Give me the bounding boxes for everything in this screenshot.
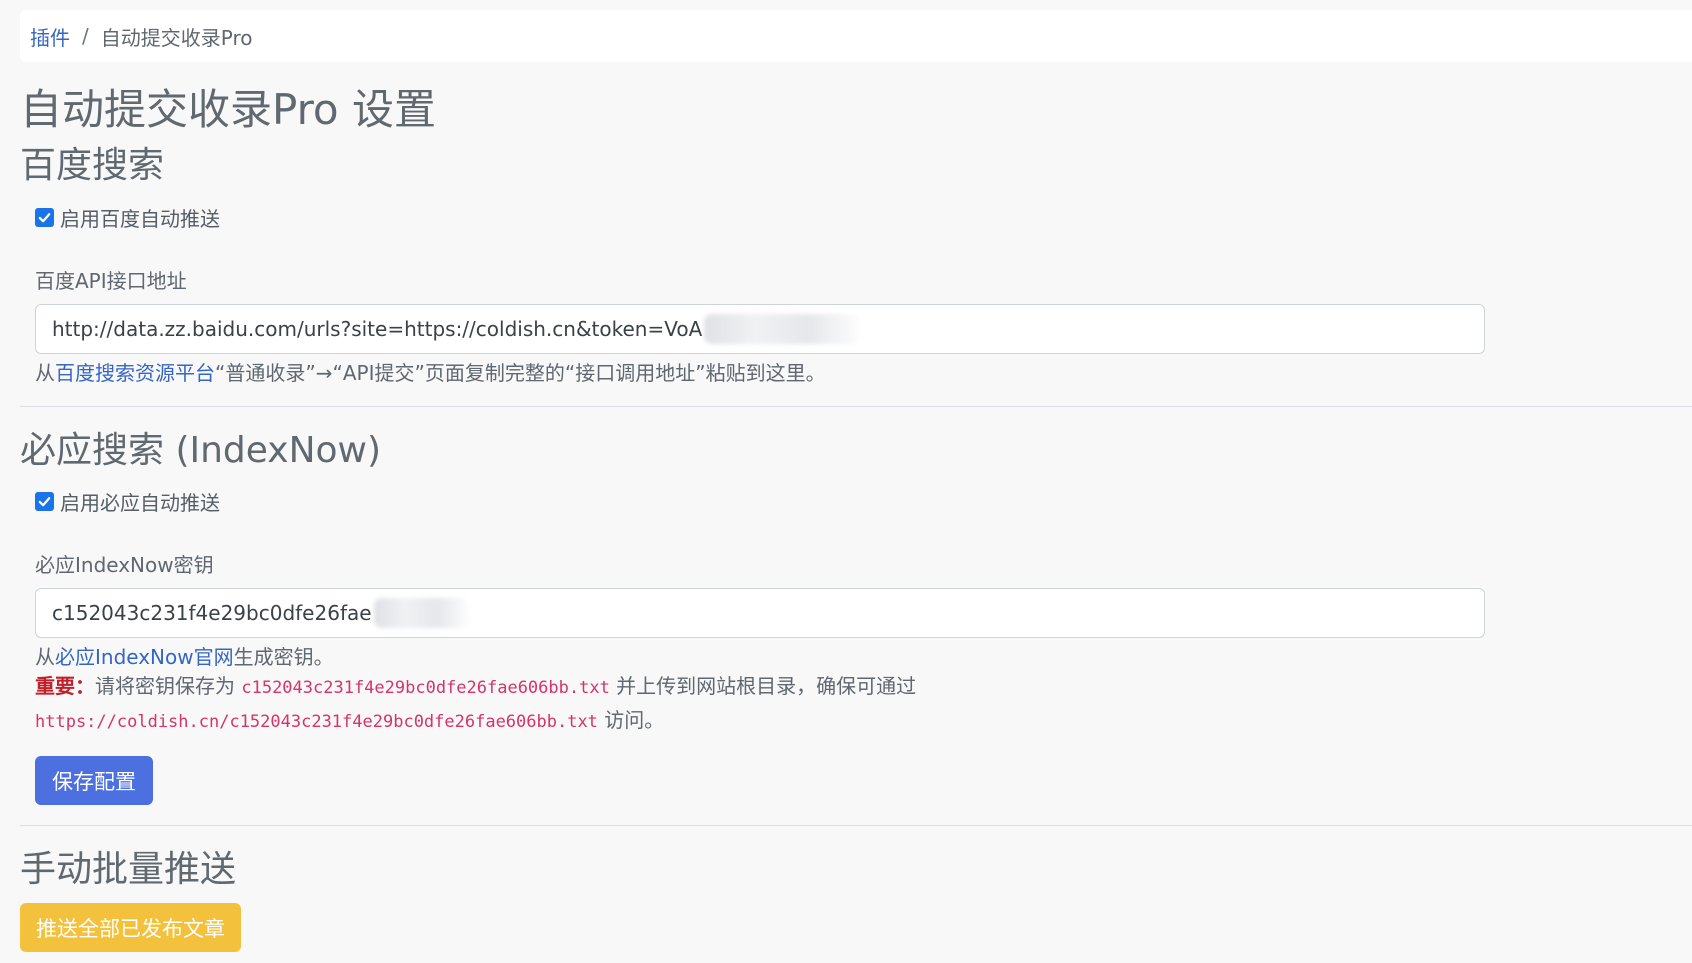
checkmark-icon xyxy=(38,497,51,507)
important-text-3: 访问。 xyxy=(597,708,665,732)
breadcrumb: 插件 / 自动提交收录Pro xyxy=(20,10,1692,62)
bing-enable-label: 启用必应自动推送 xyxy=(60,491,220,515)
bing-help-text: 从必应IndexNow官网生成密钥。 xyxy=(35,641,334,670)
bing-key-label: 必应IndexNow密钥 xyxy=(35,553,214,577)
baidu-help-text: 从百度搜索资源平台“普通收录”→“API提交”页面复制完整的“接口调用地址”粘贴… xyxy=(35,357,826,386)
breadcrumb-plugins-link[interactable]: 插件 xyxy=(30,22,70,51)
bing-help-prefix: 从 xyxy=(35,645,55,669)
baidu-section-heading: 百度搜索 xyxy=(20,145,165,186)
baidu-help-suffix: “普通收录”→“API提交”页面复制完整的“接口调用地址”粘贴到这里。 xyxy=(215,361,826,385)
page-title: 自动提交收录Pro 设置 xyxy=(20,85,436,134)
baidu-api-input[interactable]: http://data.zz.baidu.com/urls?site=https… xyxy=(35,304,1485,354)
indexnow-site-link[interactable]: 必应IndexNow官网 xyxy=(55,645,234,669)
bing-help-suffix: 生成密钥。 xyxy=(233,645,334,669)
push-all-posts-button[interactable]: 推送全部已发布文章 xyxy=(20,903,241,952)
baidu-enable-label: 启用百度自动推送 xyxy=(60,207,220,231)
redacted-key-blur xyxy=(373,598,469,628)
bing-enable-checkbox-row[interactable]: 启用必应自动推送 xyxy=(35,487,220,516)
important-label: 重要： xyxy=(35,674,95,698)
manual-section-heading: 手动批量推送 xyxy=(20,849,237,890)
bing-section-heading: 必应搜索 (IndexNow) xyxy=(20,430,382,471)
baidu-enable-checkbox[interactable] xyxy=(35,208,54,227)
baidu-api-label: 百度API接口地址 xyxy=(35,269,187,293)
important-text-2: 并上传到网站根目录，确保可通过 xyxy=(609,674,917,698)
redacted-token-blur xyxy=(704,314,860,344)
important-note: 重要：请将密钥保存为 c152043c231f4e29bc0dfe26fae60… xyxy=(35,670,1035,738)
breadcrumb-current: 自动提交收录Pro xyxy=(100,25,253,50)
baidu-api-value: http://data.zz.baidu.com/urls?site=https… xyxy=(52,317,703,341)
breadcrumb-separator: / xyxy=(82,24,89,48)
baidu-enable-checkbox-row[interactable]: 启用百度自动推送 xyxy=(35,203,220,232)
important-text-1: 请将密钥保存为 xyxy=(95,674,242,698)
checkmark-icon xyxy=(38,213,51,223)
bing-key-value: c152043c231f4e29bc0dfe26fae xyxy=(52,601,372,625)
bing-enable-checkbox[interactable] xyxy=(35,492,54,511)
baidu-platform-link[interactable]: 百度搜索资源平台 xyxy=(55,361,215,385)
settings-page: 插件 / 自动提交收录Pro 自动提交收录Pro 设置 百度搜索 启用百度自动推… xyxy=(0,0,1692,963)
section-divider xyxy=(20,825,1692,826)
key-url-code: https://coldish.cn/c152043c231f4e29bc0df… xyxy=(35,712,598,732)
baidu-help-prefix: 从 xyxy=(35,361,55,385)
key-filename-code: c152043c231f4e29bc0dfe26fae606bb.txt xyxy=(241,678,610,698)
bing-key-input[interactable]: c152043c231f4e29bc0dfe26fae xyxy=(35,588,1485,638)
section-divider xyxy=(20,406,1692,407)
save-config-button[interactable]: 保存配置 xyxy=(35,756,153,805)
